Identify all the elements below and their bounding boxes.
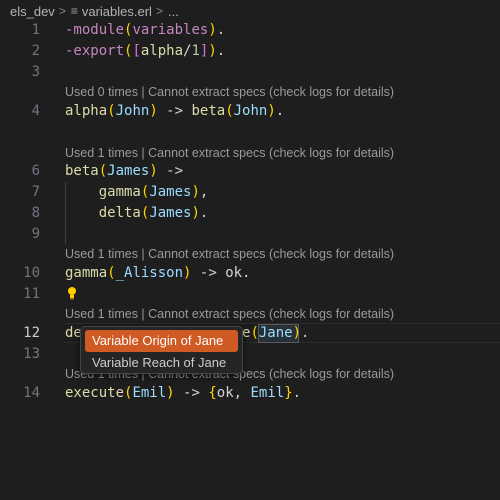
code-lens[interactable]: Used 1 times | Cannot extract specs (che…: [65, 146, 394, 160]
code-line-8[interactable]: delta(James).: [65, 205, 209, 221]
line-number: 14: [23, 385, 40, 401]
code-line-1[interactable]: -module(variables).: [65, 22, 225, 38]
code-line-4[interactable]: alpha(John) -> beta(John).: [65, 103, 284, 119]
code-action-menu: Variable Origin of Jane Variable Reach o…: [80, 326, 243, 374]
code-line-2[interactable]: -export([alpha/1]).: [65, 43, 225, 59]
breadcrumb-folder[interactable]: els_dev: [10, 4, 55, 19]
code-lens[interactable]: Used 0 times | Cannot extract specs (che…: [65, 85, 394, 99]
menu-item-variable-origin[interactable]: Variable Origin of Jane: [85, 330, 238, 352]
line-number: 10: [23, 265, 40, 281]
chevron-right-icon: >: [155, 4, 163, 18]
line-number: 1: [31, 22, 40, 38]
menu-item-variable-reach[interactable]: Variable Reach of Jane: [85, 352, 238, 374]
code-line-10[interactable]: gamma(_Alisson) -> ok.: [65, 265, 250, 281]
code-line-12-end[interactable]: e(Jane).: [242, 325, 309, 341]
chevron-right-icon: >: [58, 4, 66, 18]
line-number: 11: [23, 286, 40, 302]
line-number-current: 12: [23, 325, 40, 341]
code-lens[interactable]: Used 1 times | Cannot extract specs (che…: [65, 307, 394, 321]
line-number: 8: [31, 205, 40, 221]
line-number: 2: [31, 43, 40, 59]
line-number: 6: [31, 163, 40, 179]
code-line-6[interactable]: beta(James) ->: [65, 163, 183, 179]
code-line-14[interactable]: execute(Emil) -> {ok, Emil}.: [65, 385, 301, 401]
breadcrumb: els_dev > ≡ variables.erl > ...: [10, 2, 179, 20]
line-number: 3: [31, 64, 40, 80]
code-lens[interactable]: Used 1 times | Cannot extract specs (che…: [65, 247, 394, 261]
code-line-7[interactable]: gamma(James),: [65, 184, 209, 200]
line-number: 7: [31, 184, 40, 200]
line-number: 4: [31, 103, 40, 119]
line-number: 13: [23, 346, 40, 362]
breadcrumb-file[interactable]: variables.erl: [82, 4, 152, 19]
breadcrumb-more[interactable]: ...: [168, 4, 179, 19]
lines-icon: ≡: [70, 4, 78, 18]
line-number: 9: [31, 226, 40, 242]
lightbulb-icon[interactable]: [67, 286, 77, 300]
